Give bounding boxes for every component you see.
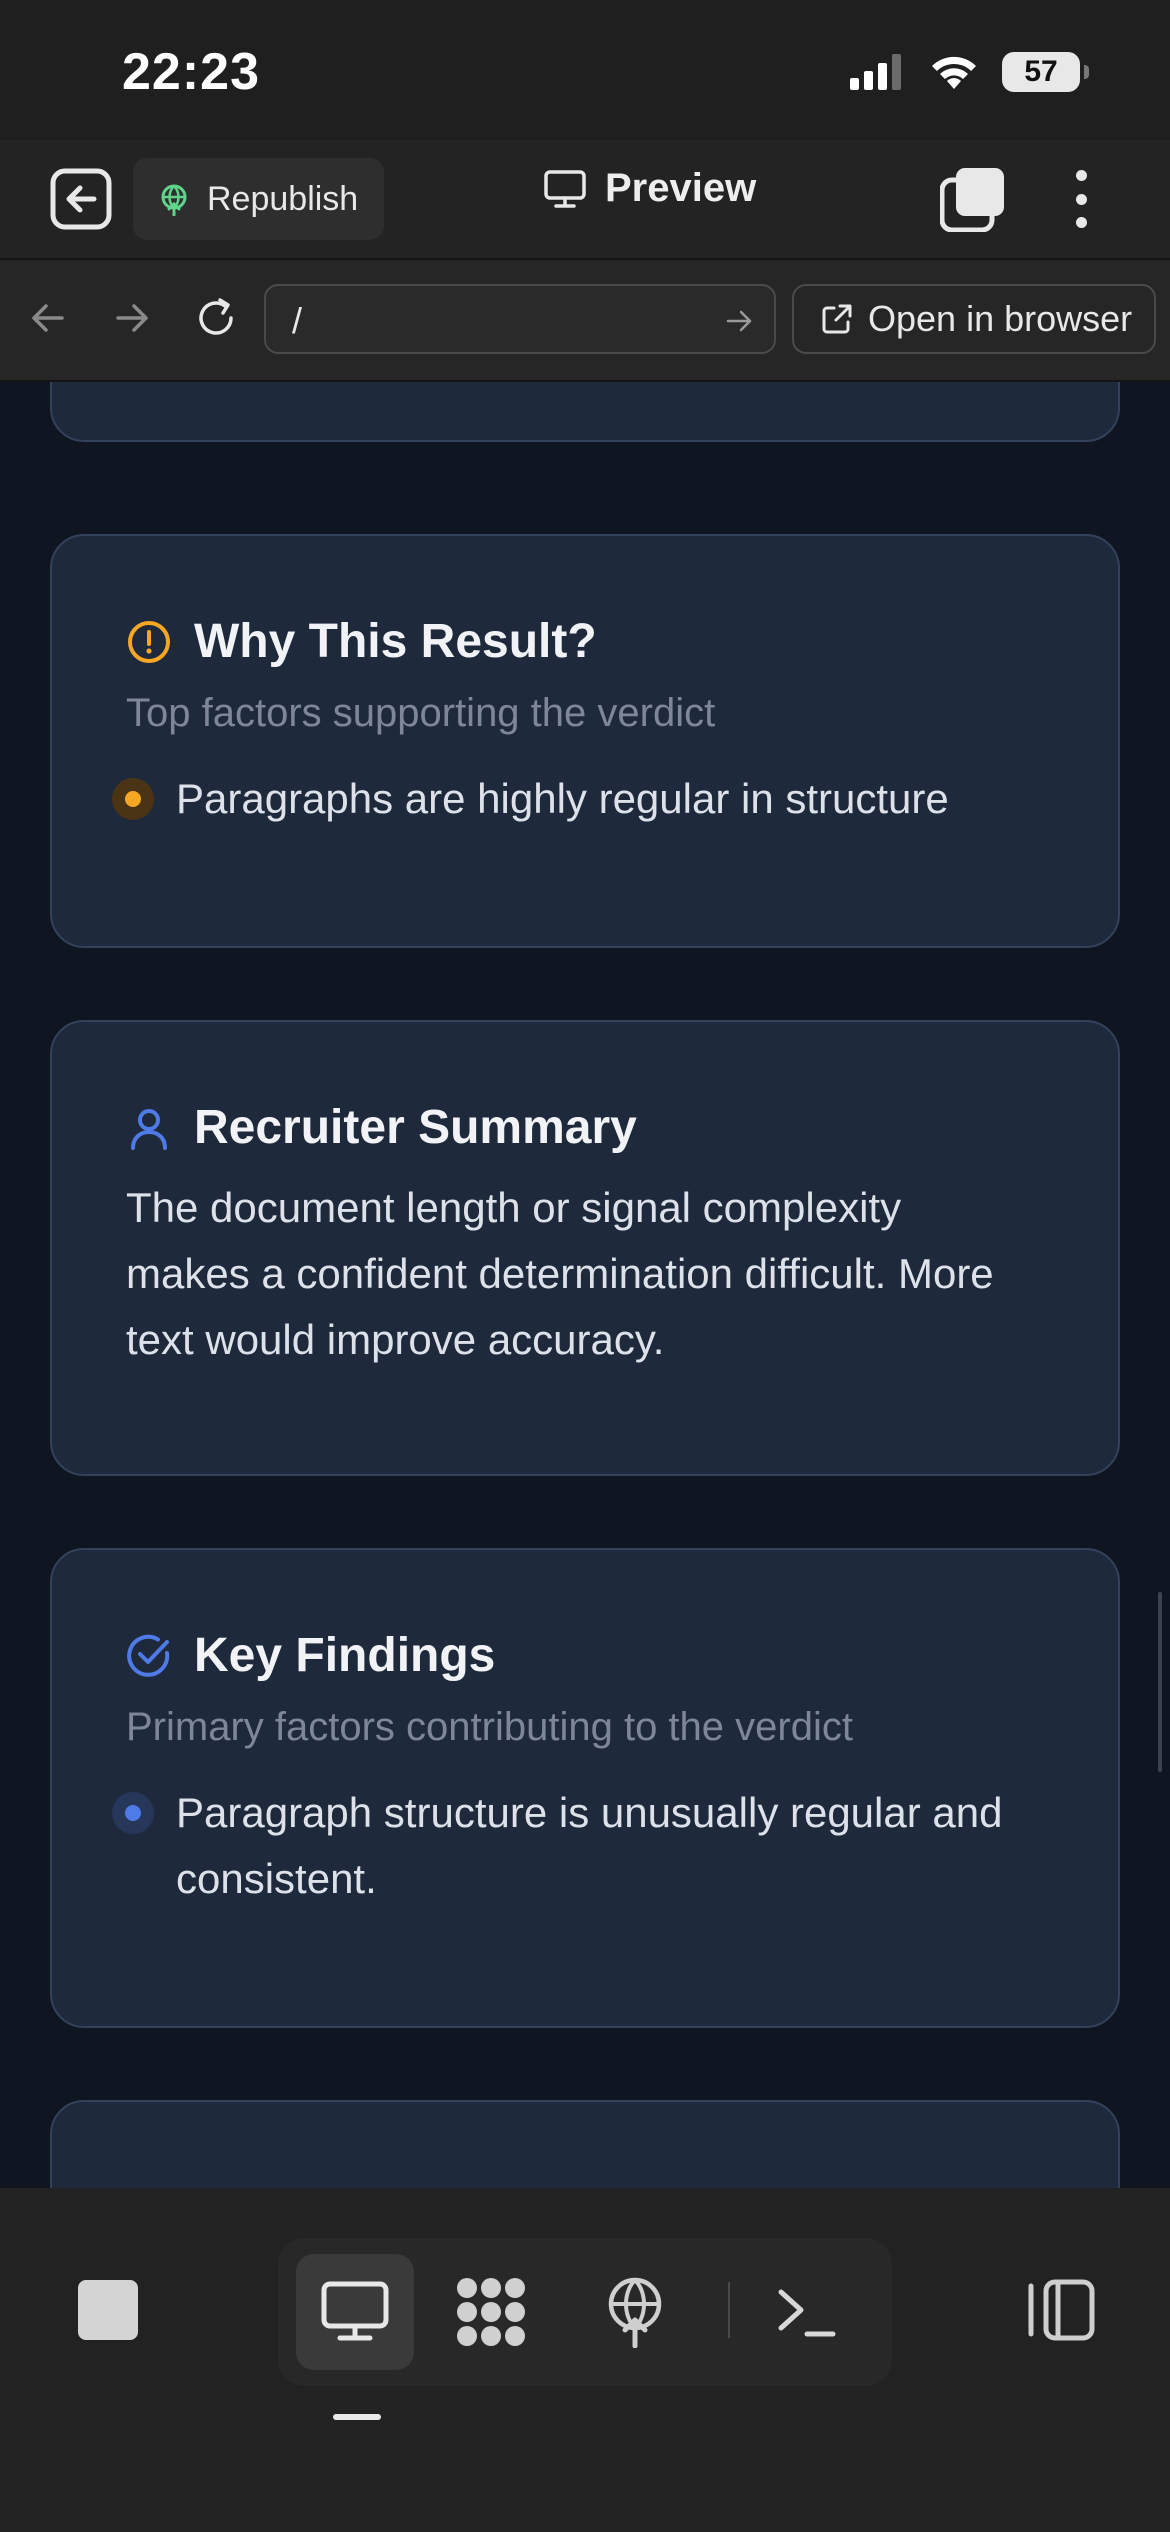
- deploy-globe-icon[interactable]: [576, 2254, 694, 2370]
- signal-icon: [850, 54, 901, 90]
- key-findings-title: Key Findings: [194, 1629, 496, 1682]
- open-in-browser-label: Open in browser: [868, 298, 1133, 339]
- why-result-subtitle: Top factors supporting the verdict: [126, 691, 716, 735]
- status-bar: 22:23 57: [0, 0, 1170, 140]
- toolbar-divider: [728, 2282, 730, 2338]
- preview-content[interactable]: Why This Result? Top factors supporting …: [0, 382, 1170, 2188]
- key-findings-heading: Key Findings: [126, 1628, 1018, 1683]
- next-card: [50, 2100, 1120, 2188]
- apps-grid-icon[interactable]: [432, 2254, 550, 2370]
- republish-button[interactable]: Republish: [133, 158, 385, 240]
- url-input[interactable]: [290, 296, 714, 346]
- recruiter-summary-heading: Recruiter Summary: [126, 1100, 1018, 1155]
- stop-icon[interactable]: [78, 2280, 138, 2340]
- recruiter-summary-text: The document length or signal complexity…: [126, 1184, 994, 1363]
- why-result-card: Why This Result? Top factors supporting …: [50, 534, 1120, 948]
- browser-bar: Open in browser: [0, 260, 1170, 382]
- forward-arrow-icon[interactable]: [110, 296, 154, 340]
- status-icons: 57: [850, 52, 1089, 92]
- key-findings-subtitle: Primary factors contributing to the verd…: [126, 1705, 853, 1749]
- globe-icon: [161, 184, 187, 216]
- external-link-icon: [822, 304, 852, 334]
- why-result-title: Why This Result?: [194, 615, 597, 668]
- app-toolbar: Republish Preview: [0, 140, 1170, 260]
- terminal-icon[interactable]: [748, 2254, 866, 2370]
- republish-label: Republish: [207, 179, 359, 218]
- monitor-icon: [544, 169, 586, 208]
- bottom-bar: [0, 2188, 1170, 2532]
- user-icon: [131, 1108, 167, 1150]
- status-time: 22:23: [122, 43, 260, 101]
- why-result-item: Paragraphs are highly regular in structu…: [176, 775, 949, 822]
- tabs-icon[interactable]: [940, 166, 1006, 232]
- reload-icon[interactable]: [194, 296, 238, 340]
- check-circle-icon: [127, 1634, 170, 1677]
- more-vertical-icon[interactable]: [1064, 166, 1098, 232]
- side-panel-icon[interactable]: [1026, 2278, 1096, 2342]
- recruiter-summary-title: Recruiter Summary: [194, 1101, 637, 1154]
- previous-card: [50, 382, 1120, 442]
- warning-bullet-icon: [112, 778, 154, 820]
- scrollbar[interactable]: [1158, 1592, 1162, 1772]
- list-item: Paragraphs are highly regular in structu…: [112, 766, 1118, 832]
- recruiter-summary-card: Recruiter Summary The document length or…: [50, 1020, 1120, 1476]
- key-findings-card: Key Findings Primary factors contributin…: [50, 1548, 1120, 2028]
- tool-group: [278, 2238, 892, 2386]
- go-arrow-icon[interactable]: [724, 306, 754, 336]
- info-bullet-icon: [112, 1792, 154, 1834]
- alert-circle-icon: [128, 620, 170, 663]
- wifi-icon: [932, 56, 976, 89]
- list-item: Paragraph structure is unusually regular…: [112, 1780, 1018, 1912]
- preview-title[interactable]: Preview: [543, 166, 756, 211]
- url-bar[interactable]: [264, 284, 776, 354]
- battery-icon: 57: [1002, 52, 1089, 92]
- preview-label: Preview: [605, 166, 757, 210]
- key-findings-item: Paragraph structure is unusually regular…: [176, 1789, 1003, 1902]
- open-in-browser-button[interactable]: Open in browser: [792, 284, 1156, 354]
- back-arrow-icon[interactable]: [26, 296, 70, 340]
- exit-icon[interactable]: [50, 168, 112, 230]
- why-result-heading: Why This Result?: [126, 614, 1118, 669]
- desktop-preview-icon[interactable]: [296, 2254, 414, 2370]
- active-tab-indicator: [333, 2414, 381, 2420]
